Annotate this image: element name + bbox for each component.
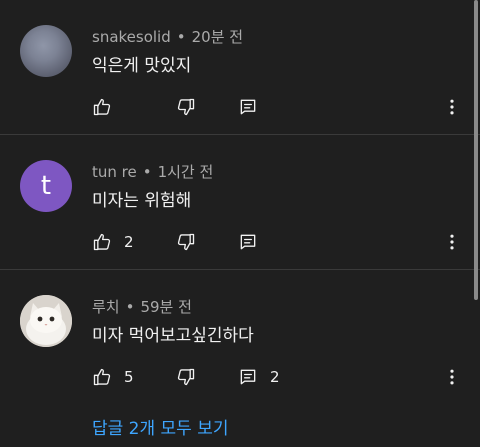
avatar[interactable] xyxy=(20,25,72,77)
thumb-down-icon xyxy=(177,98,195,116)
more-vert-icon xyxy=(450,234,454,250)
dislike-button[interactable] xyxy=(176,230,196,254)
white-cat-avatar-image xyxy=(20,295,72,347)
comment-author[interactable]: 루치 xyxy=(92,298,120,316)
more-button[interactable] xyxy=(442,95,462,119)
reply-icon xyxy=(240,234,256,250)
comment-actions: 5 2 xyxy=(92,365,480,389)
comment-meta: 루치 • 59분 전 xyxy=(92,296,192,317)
avatar[interactable]: t xyxy=(20,160,72,212)
view-replies-link[interactable]: 답글 2개 모두 보기 xyxy=(92,414,229,439)
reply-icon xyxy=(240,99,256,115)
comment-time: 20분 전 xyxy=(191,28,244,46)
like-count: 5 xyxy=(124,368,134,386)
thumb-down-icon xyxy=(177,233,195,251)
comment-item: t tun re • 1시간 전 미자는 위험해 2 xyxy=(0,135,480,269)
comment-actions: 2 xyxy=(92,230,480,254)
comment-text: 익은게 맛있지 xyxy=(92,56,192,76)
comment-text: 미자는 위험해 xyxy=(92,191,192,211)
dislike-button[interactable] xyxy=(176,95,196,119)
comment-text: 미자 먹어보고싶긴하다 xyxy=(92,326,254,346)
comment-actions xyxy=(92,95,480,119)
reply-button[interactable] xyxy=(238,230,270,254)
thumb-up-icon xyxy=(93,233,111,251)
reply-icon xyxy=(240,369,256,385)
comment-meta: snakesolid • 20분 전 xyxy=(92,26,243,47)
more-button[interactable] xyxy=(442,365,462,389)
thumb-up-icon xyxy=(93,368,111,386)
more-vert-icon xyxy=(450,369,454,385)
more-vert-icon xyxy=(450,99,454,115)
thumb-down-icon xyxy=(177,368,195,386)
comment-item: snakesolid • 20분 전 익은게 맛있지 xyxy=(0,0,480,134)
comment-item: 루치 • 59분 전 미자 먹어보고싶긴하다 5 2 xyxy=(0,270,480,404)
avatar[interactable] xyxy=(20,295,72,347)
meta-separator: • xyxy=(142,163,152,181)
reply-button[interactable]: 2 xyxy=(238,365,280,389)
scrollbar[interactable] xyxy=(474,0,478,300)
meta-separator: • xyxy=(125,298,135,316)
comment-time: 59분 전 xyxy=(140,298,192,316)
comment-author[interactable]: tun re xyxy=(92,163,137,181)
like-count: 2 xyxy=(124,233,134,251)
meta-separator: • xyxy=(176,28,186,46)
reply-button[interactable] xyxy=(238,95,270,119)
comment-time: 1시간 전 xyxy=(157,163,214,181)
like-button[interactable]: 5 xyxy=(92,365,134,389)
more-button[interactable] xyxy=(442,230,462,254)
comment-meta: tun re • 1시간 전 xyxy=(92,161,213,182)
dislike-button[interactable] xyxy=(176,365,196,389)
thumb-up-icon xyxy=(93,98,111,116)
like-button[interactable]: 2 xyxy=(92,230,134,254)
like-button[interactable] xyxy=(92,95,124,119)
comment-author[interactable]: snakesolid xyxy=(92,28,171,46)
reply-count: 2 xyxy=(270,368,280,386)
